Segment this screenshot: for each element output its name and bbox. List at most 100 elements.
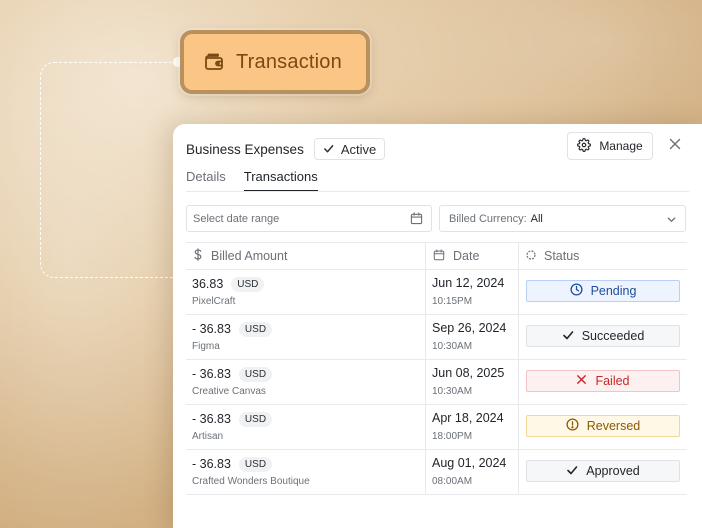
date-cell: Sep 26, 2024 10:30AM xyxy=(426,315,519,359)
transaction-time: 08:00AM xyxy=(432,476,473,487)
amount-line: - 36.83 USD xyxy=(192,456,425,472)
transaction-date: Aug 01, 2024 xyxy=(432,456,507,470)
amount-cell: - 36.83 USD Figma xyxy=(186,315,426,359)
status-chip: Failed xyxy=(526,370,680,392)
currency-badge: USD xyxy=(231,276,265,292)
alert-circle-icon xyxy=(566,418,579,434)
billed-amount: - 36.83 xyxy=(192,457,231,471)
check-icon xyxy=(562,329,574,344)
amount-cell: - 36.83 USD Artisan xyxy=(186,405,426,449)
date-range-input[interactable]: Select date range xyxy=(186,205,432,232)
dollar-icon xyxy=(193,248,203,264)
panel-title: Business Expenses xyxy=(186,141,304,157)
currency-badge: USD xyxy=(238,456,273,472)
tabs-divider xyxy=(186,191,689,192)
billed-currency-value: All xyxy=(530,212,543,225)
clock-icon xyxy=(570,283,583,299)
table-row[interactable]: - 36.83 USD Artisan Apr 18, 2024 18:00PM… xyxy=(186,405,687,450)
calendar-icon xyxy=(433,248,445,264)
status-cell: Pending xyxy=(519,270,687,314)
amount-line: - 36.83 USD xyxy=(192,411,425,427)
close-icon xyxy=(669,137,681,155)
merchant-name: Creative Canvas xyxy=(192,386,266,397)
check-icon xyxy=(323,142,334,157)
chevron-down-icon xyxy=(666,214,677,228)
check-icon xyxy=(566,464,578,479)
amount-line: 36.83 USD xyxy=(192,276,425,292)
merchant-name: Artisan xyxy=(192,431,224,442)
transaction-date: Jun 12, 2024 xyxy=(432,276,505,290)
status-label: Pending xyxy=(590,284,637,298)
billed-amount: - 36.83 xyxy=(192,367,231,381)
merchant-name: PixelCraft xyxy=(192,296,236,307)
billed-currency-label: Billed Currency: xyxy=(449,212,527,225)
manage-button-label: Manage xyxy=(599,139,643,153)
status-chip: Succeeded xyxy=(526,325,680,347)
status-cell: Failed xyxy=(519,360,687,404)
transaction-time: 10:30AM xyxy=(432,341,473,352)
transaction-time: 10:15PM xyxy=(432,296,473,307)
date-cell: Jun 12, 2024 10:15PM xyxy=(426,270,519,314)
business-expenses-panel: Business Expenses Active Manage Details … xyxy=(173,124,702,528)
table-row[interactable]: - 36.83 USD Crafted Wonders Boutique Aug… xyxy=(186,450,687,495)
status-loader-icon xyxy=(526,249,536,263)
transaction-date: Jun 08, 2025 xyxy=(432,366,505,380)
transaction-date: Apr 18, 2024 xyxy=(432,411,504,425)
table-row[interactable]: - 36.83 USD Figma Sep 26, 2024 10:30AM S… xyxy=(186,315,687,360)
amount-cell: - 36.83 USD Creative Canvas xyxy=(186,360,426,404)
date-cell: Jun 08, 2025 10:30AM xyxy=(426,360,519,404)
currency-badge: USD xyxy=(238,366,273,382)
x-icon xyxy=(576,374,587,388)
close-button[interactable] xyxy=(667,138,683,154)
date-cell: Apr 18, 2024 18:00PM xyxy=(426,405,519,449)
wallet-icon xyxy=(202,50,226,74)
panel-tabs: Details Transactions xyxy=(186,169,702,192)
table-row[interactable]: - 36.83 USD Creative Canvas Jun 08, 2025… xyxy=(186,360,687,405)
column-label-date: Date xyxy=(453,249,480,263)
dashed-connector xyxy=(40,62,178,278)
status-cell: Approved xyxy=(519,450,687,494)
date-cell: Aug 01, 2024 08:00AM xyxy=(426,450,519,494)
billed-amount: - 36.83 xyxy=(192,412,231,426)
amount-cell: 36.83 USD PixelCraft xyxy=(186,270,426,314)
status-label: Reversed xyxy=(586,419,641,433)
status-chip: Reversed xyxy=(526,415,680,437)
status-chip: Pending xyxy=(526,280,680,302)
column-label-amount: Billed Amount xyxy=(211,249,288,263)
table-body: 36.83 USD PixelCraft Jun 12, 2024 10:15P… xyxy=(186,270,687,495)
billed-currency-select[interactable]: Billed Currency: All xyxy=(439,205,686,232)
date-range-placeholder: Select date range xyxy=(193,212,280,225)
tab-details[interactable]: Details xyxy=(186,169,226,191)
transaction-time: 10:30AM xyxy=(432,386,473,397)
status-cell: Succeeded xyxy=(519,315,687,359)
status-badge-label: Active xyxy=(340,141,377,157)
merchant-name: Crafted Wonders Boutique xyxy=(192,476,310,487)
billed-amount: - 36.83 xyxy=(192,322,231,336)
billed-amount: 36.83 xyxy=(192,277,224,291)
status-label: Succeeded xyxy=(581,329,645,343)
status-badge: Active xyxy=(313,138,386,160)
transaction-node[interactable]: Transaction xyxy=(180,30,370,94)
tab-transactions[interactable]: Transactions xyxy=(243,169,318,192)
amount-line: - 36.83 USD xyxy=(192,321,425,337)
calendar-icon xyxy=(410,212,423,228)
amount-cell: - 36.83 USD Crafted Wonders Boutique xyxy=(186,450,426,494)
status-chip: Approved xyxy=(526,460,680,482)
amount-line: - 36.83 USD xyxy=(192,366,425,382)
column-header-date[interactable]: Date xyxy=(426,243,519,269)
table-header: Billed Amount Date Status xyxy=(186,242,687,270)
status-label: Approved xyxy=(586,464,640,478)
table-row[interactable]: 36.83 USD PixelCraft Jun 12, 2024 10:15P… xyxy=(186,270,687,315)
transaction-node-label: Transaction xyxy=(236,50,342,73)
manage-button[interactable]: Manage xyxy=(567,132,653,160)
merchant-name: Figma xyxy=(192,341,220,352)
column-header-status[interactable]: Status xyxy=(519,243,687,269)
transaction-time: 18:00PM xyxy=(432,431,473,442)
status-label: Failed xyxy=(595,374,630,388)
gear-icon xyxy=(577,137,592,155)
transaction-date: Sep 26, 2024 xyxy=(432,321,507,335)
status-cell: Reversed xyxy=(519,405,687,449)
transactions-table: Billed Amount Date Status 36.83 USD Pixe xyxy=(186,242,687,495)
currency-badge: USD xyxy=(238,321,273,337)
column-header-amount[interactable]: Billed Amount xyxy=(186,243,426,269)
